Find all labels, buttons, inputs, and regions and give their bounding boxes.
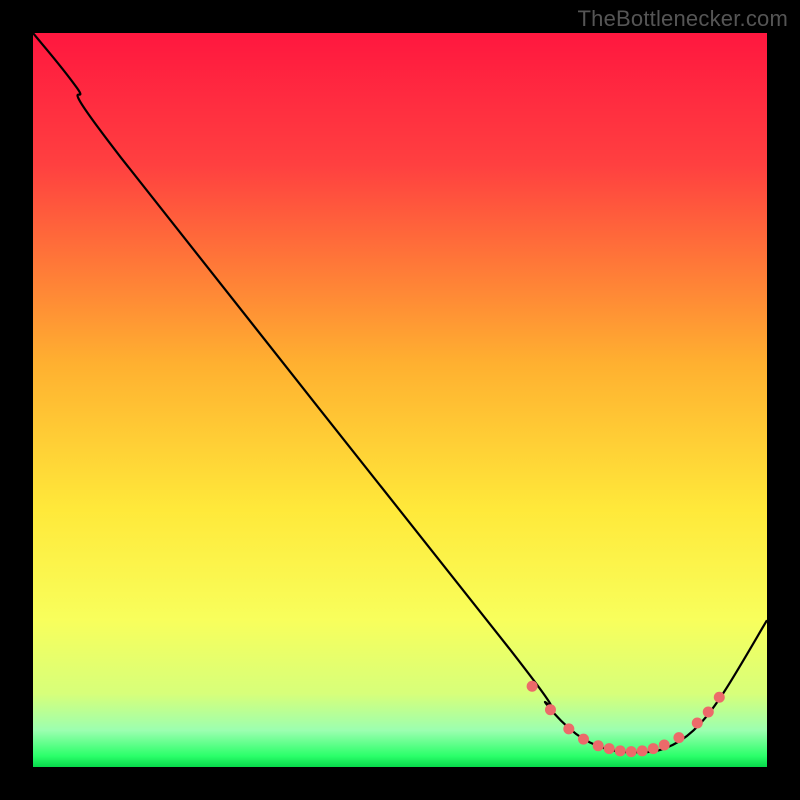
curve-marker [578, 734, 589, 745]
watermark-text: TheBottleneсker.com [578, 6, 788, 32]
curve-marker [604, 743, 615, 754]
curve-marker [626, 746, 637, 757]
curve-marker [545, 704, 556, 715]
curve-marker [593, 740, 604, 751]
curve-marker [692, 717, 703, 728]
curve-marker [673, 732, 684, 743]
bottleneck-chart [0, 0, 800, 800]
curve-marker [714, 692, 725, 703]
plot-background [33, 33, 767, 767]
curve-marker [637, 745, 648, 756]
curve-marker [659, 739, 670, 750]
curve-marker [615, 745, 626, 756]
curve-marker [527, 681, 538, 692]
chart-stage: TheBottleneсker.com [0, 0, 800, 800]
curve-marker [563, 723, 574, 734]
curve-marker [648, 743, 659, 754]
curve-marker [703, 706, 714, 717]
